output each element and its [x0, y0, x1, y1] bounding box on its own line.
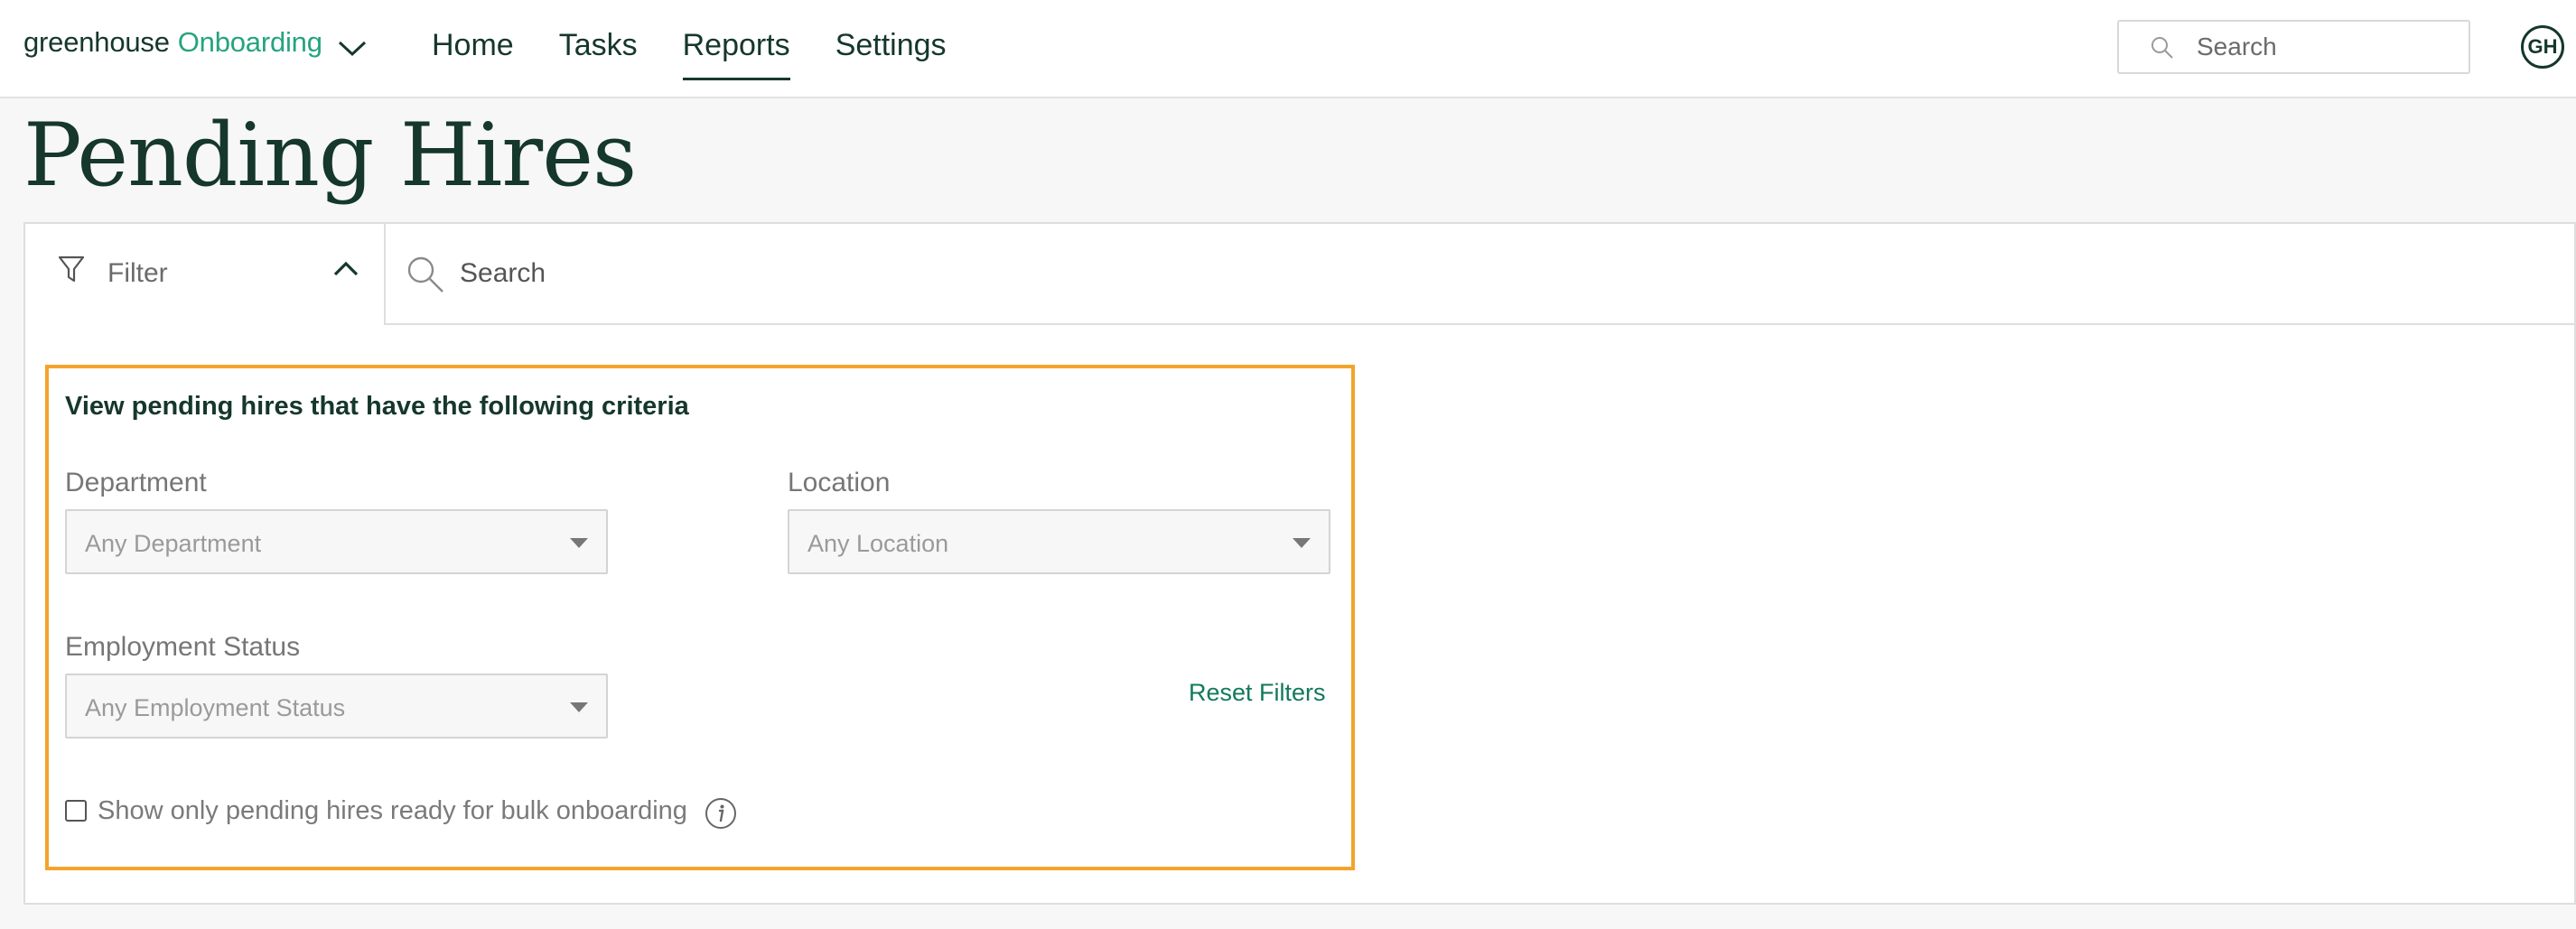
page-title: Pending Hires [23, 105, 637, 206]
search-icon [406, 255, 445, 294]
info-icon[interactable] [704, 796, 738, 831]
filter-criteria-box: View pending hires that have the followi… [45, 365, 1355, 870]
chevron-up-icon [332, 260, 359, 278]
top-navigation-bar: greenhouse Onboarding Home Tasks Reports… [0, 0, 2576, 98]
funnel-icon [58, 255, 85, 285]
employment-status-label: Employment Status [65, 632, 301, 662]
pending-hires-panel: Filter View pending hires that have the … [23, 222, 2576, 905]
app-logo[interactable]: greenhouse Onboarding [23, 20, 368, 65]
location-selected-value: Any Location [807, 530, 949, 557]
reset-filters-link[interactable]: Reset Filters [1189, 679, 1326, 707]
global-search-input[interactable] [2197, 22, 2459, 72]
employment-status-select[interactable]: Any Employment Status [65, 674, 608, 739]
location-select[interactable]: Any Location [788, 509, 1330, 574]
search-icon [2150, 35, 2175, 60]
filter-label: Filter [107, 258, 168, 288]
logo-brand-text: greenhouse [23, 26, 170, 58]
logo-product-text: Onboarding [177, 26, 322, 58]
caret-down-icon [1293, 537, 1311, 548]
nav-link-home[interactable]: Home [432, 22, 514, 80]
bulk-onboarding-checkbox[interactable] [65, 800, 87, 822]
criteria-heading: View pending hires that have the followi… [65, 392, 689, 421]
nav-link-tasks[interactable]: Tasks [559, 22, 638, 80]
location-label: Location [788, 468, 891, 497]
hires-search [386, 224, 2574, 325]
filter-toggle[interactable]: Filter [25, 224, 386, 325]
department-select[interactable]: Any Department [65, 509, 608, 574]
employment-status-selected-value: Any Employment Status [85, 694, 346, 721]
caret-down-icon [570, 537, 588, 548]
hires-search-input[interactable] [460, 242, 2447, 305]
department-label: Department [65, 468, 207, 497]
user-avatar[interactable]: GH [2521, 25, 2564, 69]
global-search [2117, 20, 2470, 74]
bulk-onboarding-label[interactable]: Show only pending hires ready for bulk o… [98, 796, 687, 826]
department-selected-value: Any Department [85, 530, 262, 557]
nav-link-settings[interactable]: Settings [835, 22, 947, 80]
main-nav: Home Tasks Reports Settings [432, 22, 947, 80]
nav-link-reports[interactable]: Reports [682, 22, 790, 80]
chevron-down-icon[interactable] [337, 33, 368, 57]
caret-down-icon [570, 701, 588, 712]
